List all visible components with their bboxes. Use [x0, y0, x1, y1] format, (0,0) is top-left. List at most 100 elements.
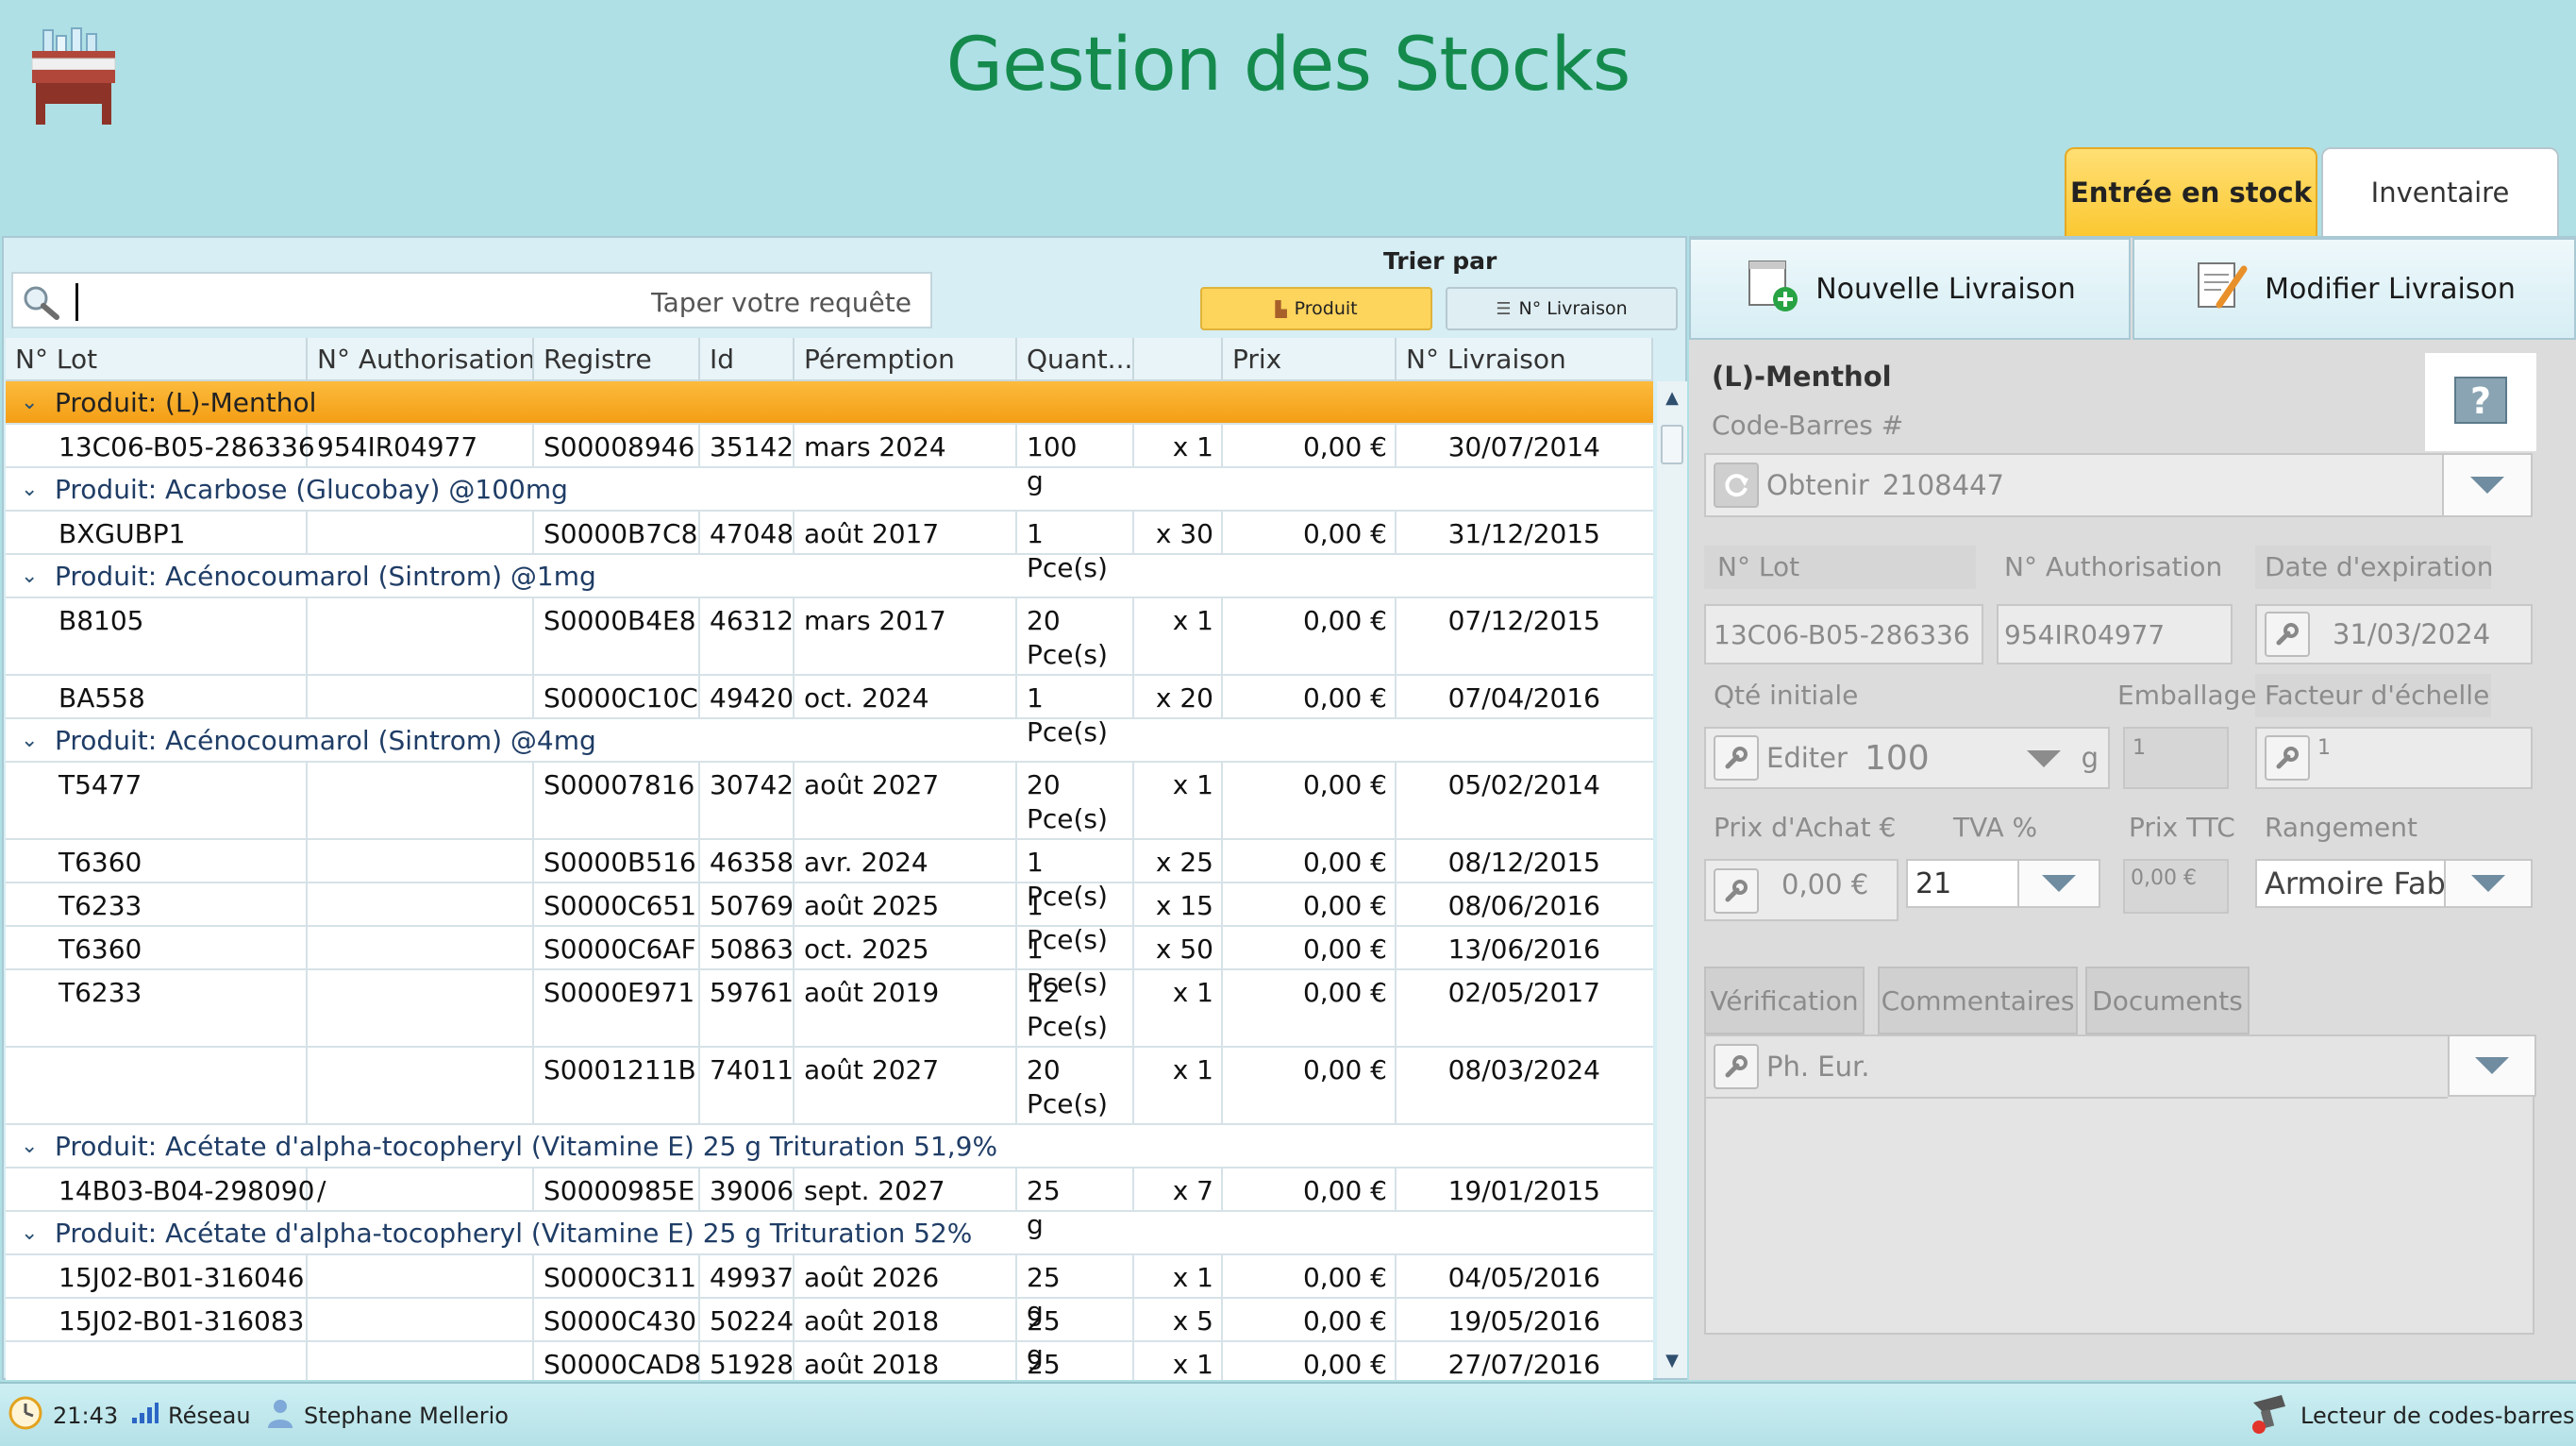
cell-liv: 02/05/2017	[1447, 977, 1600, 1008]
lot-field[interactable]: 13C06-B05-286336	[1704, 604, 1983, 664]
barcode-dropdown[interactable]	[2442, 453, 2533, 517]
tab-inventaire[interactable]: Inventaire	[2321, 147, 2559, 236]
wrench-icon[interactable]	[1714, 868, 1759, 914]
subtab-documents[interactable]: Documents	[2085, 967, 2250, 1034]
table-row[interactable]: T6360 S0000C6AF 50863 oct. 2025 1 Pce(s) x 50…	[6, 927, 1653, 999]
pharmacopoeia-field[interactable]: Ph. Eur.	[1706, 1036, 2448, 1099]
signal-icon	[130, 1401, 159, 1431]
table-row[interactable]: BXGUBP1 S0000B7C8 47048 août 2017 1 Pce(s) x …	[6, 512, 1653, 583]
table-row[interactable]: 15J02-B01-316083 S0000C430 50224 août 2018 2…	[6, 1299, 1653, 1370]
column-header[interactable]: N° Livraison	[1397, 338, 1653, 381]
chevron-down-icon	[2042, 875, 2076, 892]
column-header[interactable]: Péremption	[795, 338, 1017, 381]
grid-scrollbar[interactable]: ▲ ▼	[1657, 381, 1687, 1378]
cell-auth	[308, 676, 534, 681]
table-row[interactable]: T6233 S0000C651 50769 août 2025 1 Pce(s) x 15…	[6, 883, 1653, 955]
wrench-icon[interactable]	[1714, 735, 1759, 781]
nouvelle-livraison-button[interactable]: Nouvelle Livraison	[1689, 238, 2131, 340]
modifier-livraison-button[interactable]: Modifier Livraison	[2133, 238, 2576, 340]
subtab-commentaires[interactable]: Commentaires	[1878, 967, 2078, 1034]
group-row[interactable]: ⌄ Produit: Acétate d'alpha-tocopheryl (Vi…	[6, 1212, 1653, 1255]
table-row[interactable]: S0001211B 74011 août 2027 20 Pce(s) x 1 0,00 …	[6, 1048, 1653, 1125]
table-row[interactable]: BA558 S0000C10C 49420 oct. 2024 1 Pce(s) x 20…	[6, 676, 1653, 748]
rangement-dropdown[interactable]	[2444, 859, 2533, 908]
emballage-field[interactable]: 1	[2123, 727, 2229, 789]
column-header[interactable]: N° Lot	[6, 338, 308, 381]
chevron-down-icon[interactable]: ⌄	[21, 555, 38, 598]
cell-mult: x 1	[1172, 1054, 1213, 1085]
wrench-icon[interactable]	[1714, 1044, 1759, 1089]
qty-initial-field[interactable]: Editer 100 g	[1704, 727, 2110, 789]
qty-unit: g	[2081, 742, 2099, 774]
table-row[interactable]: 15J02-B01-316046 S0000C311 49937 août 2026 2…	[6, 1255, 1653, 1327]
table-row[interactable]: T6360 S0000B516 46358 avr. 2024 1 Pce(s) x 25…	[6, 840, 1653, 912]
grid-header: N° Lot N° Authorisation Registre Id Pérempti…	[6, 338, 1653, 381]
sort-by-livraison-button[interactable]: ☰ N° Livraison	[1446, 287, 1678, 330]
app-title: Gestion des Stocks	[945, 23, 1631, 108]
chevron-down-icon[interactable]: ⌄	[21, 719, 38, 763]
wrench-icon[interactable]	[2265, 735, 2310, 781]
sort-by-produit-button[interactable]: ▙ Produit	[1200, 287, 1432, 330]
column-header[interactable]: N° Authorisation	[308, 338, 534, 381]
barcode-label: Code-Barres #	[1712, 410, 1904, 441]
wrench-icon[interactable]	[2265, 612, 2310, 657]
barcode-reader-label: Lecteur de codes-barres	[2300, 1403, 2575, 1429]
column-header[interactable]: Quant...	[1017, 338, 1134, 381]
column-header[interactable]: Prix	[1223, 338, 1397, 381]
group-row[interactable]: ⌄ Produit: Acétate d'alpha-tocopheryl (Vi…	[6, 1125, 1653, 1169]
table-row[interactable]: S0000CAD8 51928 août 2018 25 g x 1 0,00 € 27/0…	[6, 1342, 1653, 1380]
column-header[interactable]: Id	[700, 338, 795, 381]
purchase-price-field[interactable]: 0,00 €	[1704, 859, 1899, 921]
subtab-verification[interactable]: Vérification	[1704, 967, 1865, 1034]
chevron-down-icon[interactable]	[2026, 742, 2061, 774]
group-row[interactable]: ⌄ Produit: Acarbose (Glucobay) @100mg	[6, 468, 1653, 512]
scale-factor-value: 1	[2317, 736, 2331, 760]
cell-id: 46358	[710, 847, 795, 878]
status-bar: 21:43 Réseau Stephane Mellerio Lecteur d…	[0, 1382, 2576, 1446]
group-row[interactable]: ⌄ Produit: (L)-Menthol	[6, 381, 1653, 425]
table-row[interactable]: 14B03-B04-298090/ S0000985E 39006 sept. 202…	[6, 1169, 1653, 1240]
scroll-down-icon[interactable]: ▼	[1657, 1344, 1687, 1378]
ttc-price-field[interactable]: 0,00 €	[2123, 859, 2229, 914]
pharmacopoeia-dropdown[interactable]	[2448, 1034, 2536, 1097]
barcode-field[interactable]: Obtenir 2108447	[1704, 453, 2493, 517]
cell-mult: x 5	[1172, 1305, 1213, 1337]
scroll-up-icon[interactable]: ▲	[1657, 381, 1687, 415]
column-header[interactable]	[1134, 338, 1223, 381]
status-user: Stephane Mellerio	[266, 1384, 509, 1446]
group-row[interactable]: ⌄ Produit: Acénocoumarol (Sintrom) @1mg	[6, 555, 1653, 598]
expiry-label: Date d'expiration	[2265, 551, 2494, 582]
cell-prix: 0,00 €	[1302, 1262, 1387, 1293]
chevron-down-icon[interactable]: ⌄	[21, 468, 38, 512]
table-row[interactable]: T6233 S0000E971 59761 août 2019 12 Pce(s) x 1…	[6, 970, 1653, 1048]
tab-entree-en-stock[interactable]: Entrée en stock	[2065, 147, 2317, 236]
cell-per: oct. 2025	[804, 933, 929, 965]
refresh-icon[interactable]	[1714, 462, 1759, 508]
cell-auth	[308, 763, 534, 768]
expiry-field[interactable]: 31/03/2024	[2255, 604, 2533, 664]
search-input[interactable]: Taper votre requête	[11, 272, 932, 328]
scroll-thumb[interactable]	[1661, 425, 1683, 464]
user-icon	[266, 1398, 294, 1434]
table-row[interactable]: 13C06-B05-286336 954IR04977 S00008946 35142…	[6, 425, 1653, 496]
authorisation-field[interactable]: 954IR04977	[1997, 604, 2233, 664]
clock-icon	[8, 1395, 43, 1437]
chevron-down-icon[interactable]: ⌄	[21, 381, 38, 425]
chevron-down-icon[interactable]: ⌄	[21, 1125, 38, 1169]
cell-mult: x 50	[1155, 933, 1213, 965]
chevron-down-icon[interactable]: ⌄	[21, 1212, 38, 1255]
cell-liv: 30/07/2014	[1447, 431, 1600, 462]
sort-title: Trier par	[1383, 247, 1497, 275]
column-header[interactable]: Registre	[534, 338, 700, 381]
group-row[interactable]: ⌄ Produit: Acénocoumarol (Sintrom) @4mg	[6, 719, 1653, 763]
scale-factor-field[interactable]: 1	[2255, 727, 2533, 789]
rangement-value: Armoire Fabr	[2265, 866, 2458, 901]
status-barcode-reader[interactable]: Lecteur de codes-barres	[2250, 1384, 2574, 1446]
cell-auth	[308, 1342, 534, 1348]
table-row[interactable]: T5477 S00007816 30742 août 2027 20 Pce(s) x 1…	[6, 763, 1653, 840]
tva-value: 21	[1915, 866, 1952, 900]
grid-body: ⌄ Produit: (L)-Menthol 13C06-B05-286336 954…	[6, 381, 1653, 1380]
help-icon[interactable]: ?	[2425, 353, 2536, 451]
tva-dropdown[interactable]	[2017, 859, 2100, 908]
table-row[interactable]: B8105 S0000B4E8 46312 mars 2017 20 Pce(s) x 1…	[6, 598, 1653, 676]
